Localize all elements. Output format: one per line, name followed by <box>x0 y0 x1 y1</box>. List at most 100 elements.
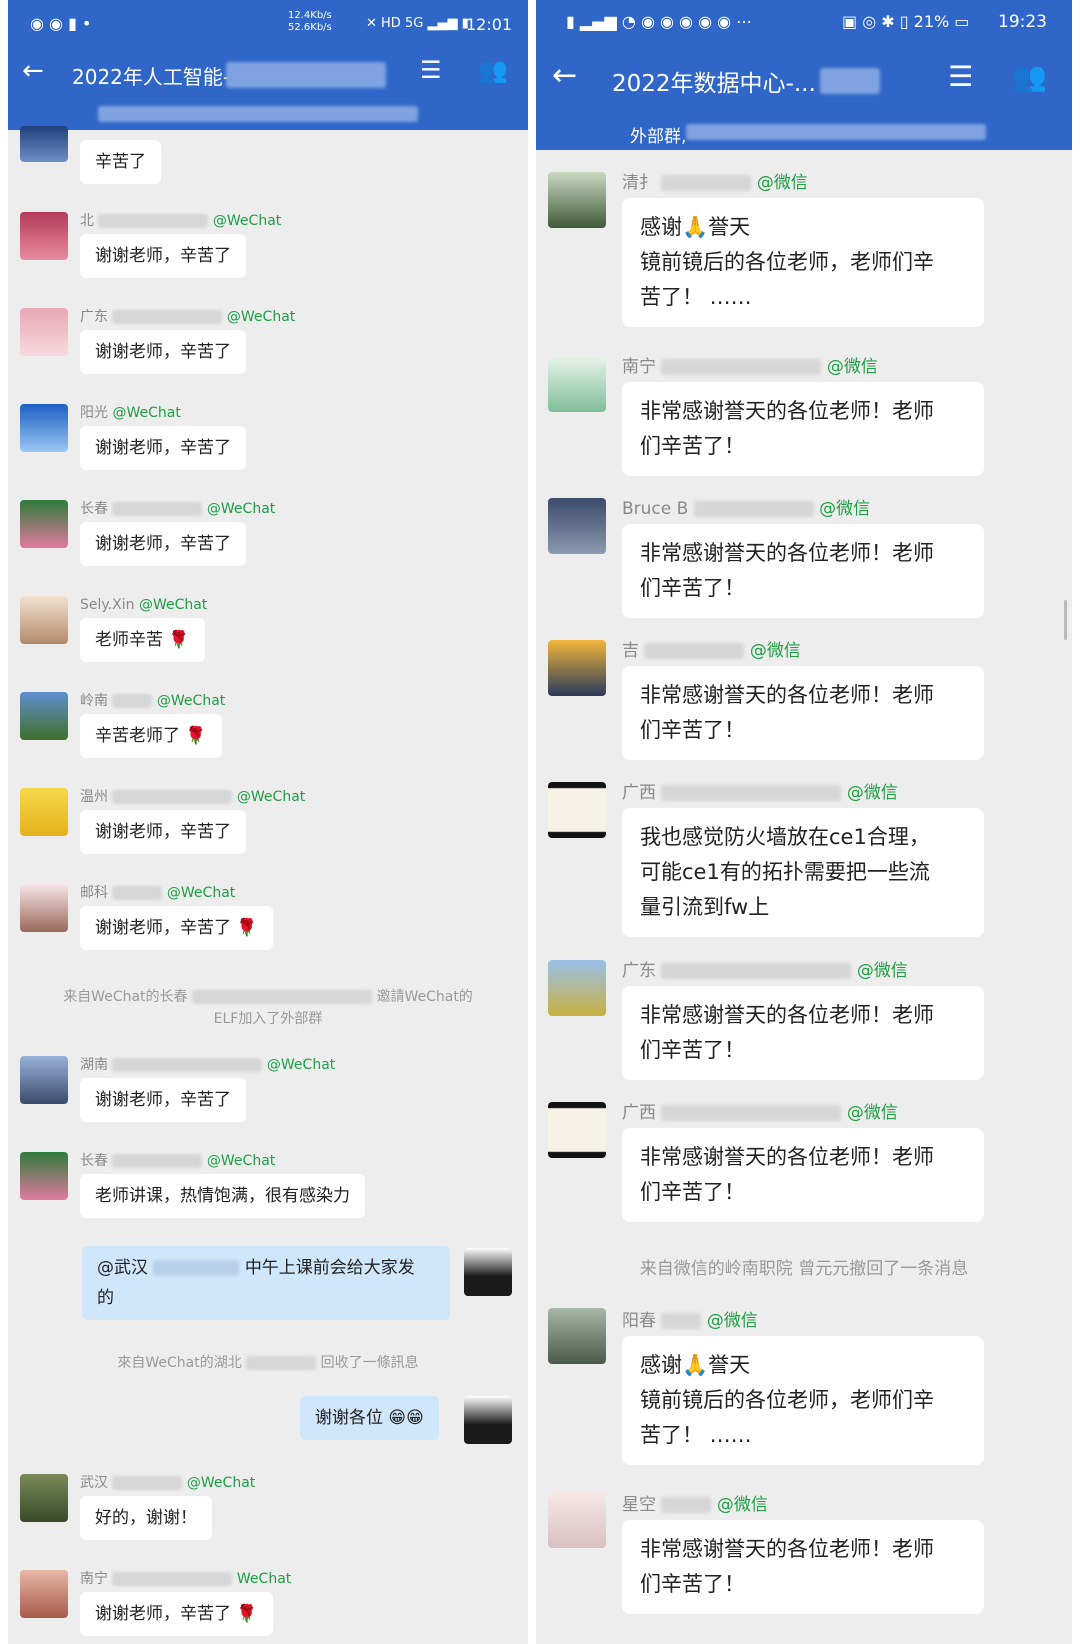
my-avatar[interactable] <box>464 1248 512 1296</box>
sender-name: 南宁 WeChat <box>80 1571 292 1587</box>
avatar[interactable] <box>548 1308 606 1364</box>
avatar[interactable] <box>20 126 68 162</box>
message-bubble: 非常感谢誉天的各位老师！老师 们辛苦了！ <box>622 666 984 760</box>
rose-emoji-icon: 🌹 <box>236 1604 258 1624</box>
redacted-subtitle <box>686 124 986 140</box>
avatar[interactable] <box>20 1152 68 1200</box>
grin-emoji-icon: 😁😁 <box>388 1408 424 1428</box>
chat-title: 2022年数据中心-... <box>612 71 816 97</box>
redacted-title <box>226 62 386 88</box>
right-chat-screenshot: ▮ ▂▄▆ ◔ ◉ ◉ ◉ ◉ ◉ ⋯ ▣ ◎ ✱ ▯ 21% ▭ 19:23 … <box>536 0 1072 1644</box>
sender-name: 湖南 @WeChat <box>80 1057 336 1073</box>
avatar[interactable] <box>20 1056 68 1104</box>
avatar[interactable] <box>548 640 606 696</box>
message-bubble: 非常感谢誉天的各位老师！老师 们辛苦了！ <box>622 986 984 1080</box>
avatar[interactable] <box>20 308 68 356</box>
message-bubble: 非常感谢誉天的各位老师！老师 们辛苦了！ <box>622 524 984 618</box>
sender-name: 吉 @微信 <box>622 641 801 661</box>
chat-subheader: 外部群, <box>536 114 1072 150</box>
sender-name: 清扌 @微信 <box>622 173 808 193</box>
sender-name: 阳光 @WeChat <box>80 405 181 421</box>
members-icon[interactable]: 👥 <box>1012 60 1047 93</box>
chat-title: 2022年人工智能- <box>72 65 231 89</box>
status-bar: ▮ ▂▄▆ ◔ ◉ ◉ ◉ ◉ ◉ ⋯ ▣ ◎ ✱ ▯ 21% ▭ 19:23 <box>536 0 1072 44</box>
sender-name: Sely.Xin @WeChat <box>80 597 208 613</box>
speed-up: 12.4Kb/s <box>288 10 332 21</box>
redacted-subtitle <box>98 106 418 122</box>
scrollbar[interactable] <box>1064 600 1067 640</box>
chat-header: ← 2022年人工智能- ☰ 👥 <box>8 50 528 100</box>
sender-name: 广东 @微信 <box>622 961 908 981</box>
system-notice: 来自WeChat的长春 邀請WeChat的 ELF加入了外部群 <box>63 989 473 1027</box>
menu-icon[interactable]: ☰ <box>948 60 973 93</box>
message-bubble: 我也感觉防火墙放在ce1合理， 可能ce1有的拓扑需要把一些流 量引流到fw上 <box>622 808 984 937</box>
my-message-bubble: 谢谢各位 😁😁 <box>300 1396 439 1440</box>
avatar[interactable] <box>548 1492 606 1548</box>
avatar[interactable] <box>20 1570 68 1618</box>
net-speed: 12.4Kb/s 52.6Kb/s <box>288 10 332 34</box>
message-bubble: 谢谢老师，辛苦了 <box>80 426 246 470</box>
sender-name: 岭南 @WeChat <box>80 693 226 709</box>
back-arrow-icon[interactable]: ← <box>22 56 44 86</box>
message-bubble: 谢谢老师，辛苦了 <box>80 1078 246 1122</box>
avatar[interactable] <box>20 788 68 836</box>
clock: 12:01 <box>466 15 513 34</box>
message-bubble: 谢谢老师，辛苦了 🌹 <box>80 906 273 950</box>
app-icons: ◉ ◉ ▮ • <box>30 14 92 33</box>
sender-name: 邮科 @WeChat <box>80 885 236 901</box>
message-bubble: 辛苦老师了 🌹 <box>80 714 222 758</box>
message-bubble: 非常感谢誉天的各位老师！老师 们辛苦了！ <box>622 1128 984 1222</box>
menu-icon[interactable]: ☰ <box>420 56 442 84</box>
status-bar: ◉ ◉ ▮ • 12.4Kb/s 52.6Kb/s ✕ HD 5G ▂▄▆ ▮ … <box>8 0 528 50</box>
message-bubble: 好的，谢谢！ <box>80 1496 212 1540</box>
sender-name: 长春 @WeChat <box>80 1153 276 1169</box>
avatar[interactable] <box>548 498 606 554</box>
back-arrow-icon[interactable]: ← <box>552 58 577 93</box>
left-chat-screenshot: ◉ ◉ ▮ • 12.4Kb/s 52.6Kb/s ✕ HD 5G ▂▄▆ ▮ … <box>8 0 528 1644</box>
rose-emoji-icon: 🌹 <box>185 726 207 746</box>
avatar[interactable] <box>20 1474 68 1522</box>
avatar[interactable] <box>548 1102 606 1158</box>
avatar[interactable] <box>548 960 606 1016</box>
sender-name: 广西 @微信 <box>622 783 898 803</box>
message-bubble: 老师讲课，热情饱满，很有感染力 <box>80 1174 365 1218</box>
sender-name: Bruce B @微信 <box>622 499 871 519</box>
system-notice: 來自WeChat的湖北 回收了一條訊息 <box>117 1355 419 1371</box>
message-bubble: 感谢🙏誉天 镜前镜后的各位老师，老师们辛 苦了！ …… <box>622 198 984 327</box>
rose-emoji-icon: 🌹 <box>236 918 258 938</box>
avatar[interactable] <box>548 356 606 412</box>
avatar[interactable] <box>20 500 68 548</box>
system-icons: ▣ ◎ ✱ ▯ 21% ▭ <box>842 12 970 31</box>
my-avatar[interactable] <box>464 1396 512 1444</box>
signal-icons: ✕ HD 5G ▂▄▆ ▮ <box>366 16 469 31</box>
sender-name: 星空 @微信 <box>622 1495 768 1515</box>
rose-emoji-icon: 🌹 <box>168 630 190 650</box>
message-bubble: 谢谢老师，辛苦了 🌹 <box>80 1592 273 1636</box>
message-bubble: 老师辛苦 🌹 <box>80 618 205 662</box>
chat-subtitle: 外部群, <box>630 127 687 147</box>
sender-name: 温州 @WeChat <box>80 789 306 805</box>
app-icons: ▮ ▂▄▆ ◔ ◉ ◉ ◉ ◉ ◉ ⋯ <box>566 12 753 31</box>
avatar[interactable] <box>20 404 68 452</box>
avatar[interactable] <box>20 212 68 260</box>
message-bubble: 谢谢老师，辛苦了 <box>80 522 246 566</box>
sender-name: 广西 @微信 <box>622 1103 898 1123</box>
system-notice: 来自微信的岭南职院 曾元元撤回了一条消息 <box>639 1259 969 1279</box>
avatar[interactable] <box>20 692 68 740</box>
message-bubble: 非常感谢誉天的各位老师！老师 们辛苦了！ <box>622 382 984 476</box>
members-icon[interactable]: 👥 <box>478 56 508 84</box>
avatar[interactable] <box>548 782 606 838</box>
chat-header: ← 2022年数据中心-... ☰ 👥 <box>536 44 1072 114</box>
message-bubble: 辛苦了 <box>80 140 161 184</box>
avatar[interactable] <box>548 172 606 228</box>
sender-name: 长春 @WeChat <box>80 501 276 517</box>
avatar[interactable] <box>20 884 68 932</box>
sender-name: 武汉 @WeChat <box>80 1475 256 1491</box>
avatar[interactable] <box>20 596 68 644</box>
speed-down: 52.6Kb/s <box>288 22 332 33</box>
message-bubble: 谢谢老师，辛苦了 <box>80 234 246 278</box>
message-bubble: 谢谢老师，辛苦了 <box>80 330 246 374</box>
sender-name: 阳春 @微信 <box>622 1311 758 1331</box>
message-bubble: 谢谢老师，辛苦了 <box>80 810 246 854</box>
sender-name: 南宁 @微信 <box>622 357 878 377</box>
